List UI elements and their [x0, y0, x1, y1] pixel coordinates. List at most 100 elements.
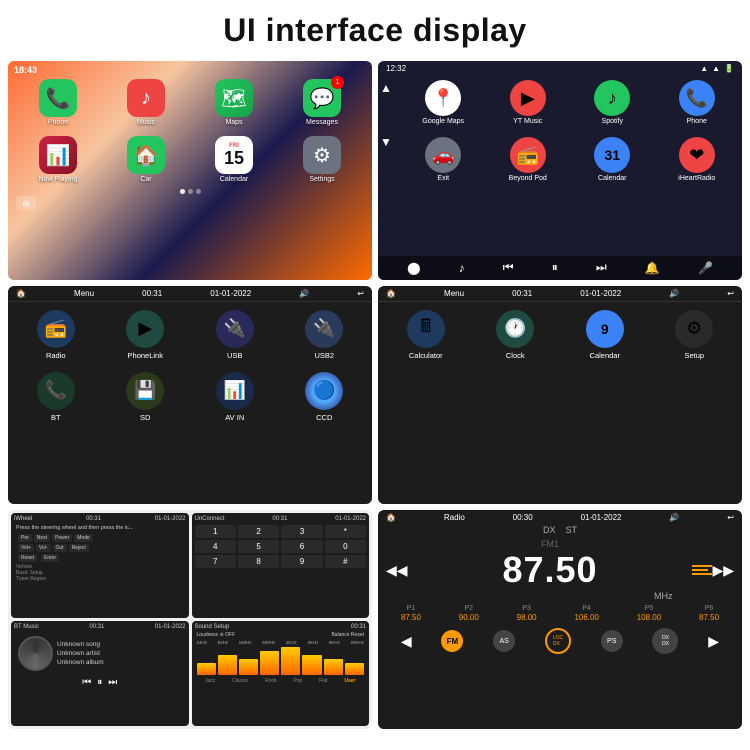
android-spotify-icon[interactable]: ♪: [459, 261, 465, 275]
preset-jazz[interactable]: Jazz: [205, 678, 215, 684]
android-app-calendar[interactable]: 31 Calendar: [573, 137, 652, 182]
numpad-6[interactable]: 6: [281, 540, 322, 553]
carplay-app-music[interactable]: ♪ Music: [104, 79, 188, 126]
bell-icon[interactable]: 🔔: [645, 261, 660, 275]
android-app-iheartradio[interactable]: ❤ iHeartRadio: [658, 137, 737, 182]
fm-button[interactable]: FM: [441, 630, 463, 652]
menu2-app-calculator[interactable]: 🖩 Calculator: [384, 310, 468, 360]
carplay-app-messages[interactable]: 💬 1 Messages: [280, 79, 364, 126]
radio-preset-p1[interactable]: P1 87.50: [401, 605, 421, 622]
numpad-5[interactable]: 5: [238, 540, 279, 553]
android-app-googlemaps[interactable]: 📍 Google Maps: [404, 80, 483, 125]
android-app-beyondpod[interactable]: 📻 Beyond Pod: [489, 137, 568, 182]
carplay-app-calendar[interactable]: FRI 15 Calendar: [192, 136, 276, 183]
as-button[interactable]: AS: [493, 630, 515, 652]
menu1-app-radio[interactable]: 📻 Radio: [14, 310, 98, 360]
radio-right-arrow-icon[interactable]: ▶: [708, 633, 719, 650]
pause-icon[interactable]: ⏸: [552, 260, 558, 275]
next-icon[interactable]: ⏭: [596, 260, 607, 275]
numpad-8[interactable]: 8: [238, 555, 279, 568]
mic-icon[interactable]: 🎤: [698, 261, 713, 275]
menu2-app-setup[interactable]: ⚙ Setup: [653, 310, 737, 360]
android-app-ytmusic[interactable]: ▶ YT Music: [489, 80, 568, 125]
eq-bar[interactable]: [302, 655, 321, 675]
numpad-2[interactable]: 2: [238, 525, 279, 538]
loc-dx-button[interactable]: LOCDX: [545, 628, 571, 654]
menu1-app-usb2[interactable]: 🔌 USB2: [283, 310, 367, 360]
android-phone-label: Phone: [687, 118, 707, 125]
scroll-up-icon[interactable]: ▲: [380, 81, 392, 95]
bt-pause-icon[interactable]: ⏸: [97, 677, 102, 688]
dx-button[interactable]: DXDX: [652, 628, 678, 654]
numpad-4[interactable]: 4: [195, 540, 236, 553]
carplay-app-phone[interactable]: 📞 Phone: [16, 79, 100, 126]
radio-preset-p5[interactable]: P5 108.00: [637, 605, 661, 622]
carplay-app-nowplaying[interactable]: 📊 Now Playing: [16, 136, 100, 183]
numpad-star[interactable]: *: [325, 525, 366, 538]
numpad-3[interactable]: 3: [281, 525, 322, 538]
iwheel-power-btn[interactable]: Power: [52, 534, 72, 542]
eq-bar[interactable]: [345, 663, 364, 675]
eq-bar[interactable]: [197, 663, 216, 675]
menu2-app-calendar[interactable]: 9 Calendar: [563, 310, 647, 360]
prev-icon[interactable]: ⏮: [503, 260, 514, 275]
numpad-9[interactable]: 9: [281, 555, 322, 568]
preset-rock[interactable]: Rock: [265, 678, 276, 684]
menu1-app-ccd[interactable]: 🔵 CCD: [283, 372, 367, 422]
numpad-0[interactable]: 0: [325, 540, 366, 553]
radio-preset-p3[interactable]: P3 98.00: [517, 605, 537, 622]
scroll-down-icon[interactable]: ▼: [380, 135, 392, 149]
preset-user[interactable]: User: [344, 678, 355, 684]
menu1-app-sd[interactable]: 💾 SD: [104, 372, 188, 422]
ps-button[interactable]: PS: [601, 630, 623, 652]
eq-bar[interactable]: [324, 659, 343, 675]
iwheel-enter-btn[interactable]: Enter: [41, 554, 59, 562]
numpad-1[interactable]: 1: [195, 525, 236, 538]
menu2-back-icon[interactable]: ↩: [727, 289, 734, 298]
iwheel-pre-btn[interactable]: Pre: [18, 534, 32, 542]
bt-prev-icon[interactable]: ⏮: [82, 677, 91, 688]
iwheel-out-btn[interactable]: Out: [53, 544, 67, 552]
preset-classic[interactable]: Classic: [232, 678, 248, 684]
grid-icon[interactable]: ⊞: [16, 196, 36, 210]
menu1-back-icon[interactable]: ↩: [357, 289, 364, 298]
carplay-app-maps[interactable]: 🗺 Maps: [192, 79, 276, 126]
eq-bar[interactable]: [239, 659, 258, 675]
radio-preset-p2[interactable]: P2 90.00: [459, 605, 479, 622]
bt-next-icon[interactable]: ⏭: [108, 677, 117, 688]
radio-left-arrow-icon[interactable]: ◀: [401, 633, 412, 650]
eq-bar[interactable]: [281, 647, 300, 675]
iwheel-reset-btn[interactable]: Reset: [18, 554, 37, 562]
android-app-spotify[interactable]: ♪ Spotify: [573, 80, 652, 125]
record-icon[interactable]: ⬤: [407, 261, 420, 275]
radio-prev-prev-icon[interactable]: ◀◀: [386, 562, 408, 579]
menu1-app-phonelink[interactable]: ▶ PhoneLink: [104, 310, 188, 360]
iwheel-voldown-btn[interactable]: Vol-: [36, 544, 51, 552]
iwheel-next-btn[interactable]: Next: [34, 534, 50, 542]
android-app-exit[interactable]: 🚗 Exit: [404, 137, 483, 182]
preset-flat[interactable]: Flat: [319, 678, 327, 684]
menu2-app-clock[interactable]: 🕐 Clock: [474, 310, 558, 360]
carplay-app-settings[interactable]: ⚙ Settings: [280, 136, 364, 183]
menu1-app-usb[interactable]: 🔌 USB: [193, 310, 277, 360]
carplay-app-car[interactable]: 🏠 Car: [104, 136, 188, 183]
preset-pop[interactable]: Pop: [293, 678, 302, 684]
bt-icon: 📞: [37, 372, 75, 410]
menu1-app-bt[interactable]: 📞 BT: [14, 372, 98, 422]
freq-500hz: 500Hz: [262, 640, 275, 645]
iwheel-reject-btn[interactable]: Reject: [69, 544, 89, 552]
eq-bar[interactable]: [218, 655, 237, 675]
menu1-app-avin[interactable]: 📊 AV IN: [193, 372, 277, 422]
android-app-phone[interactable]: 📞 Phone: [658, 80, 737, 125]
numpad-hash[interactable]: #: [325, 555, 366, 568]
eq-bar[interactable]: [260, 651, 279, 675]
radio-preset-p6[interactable]: P6 87.50: [699, 605, 719, 622]
ui-grid: 18:43 📞 Phone ♪ Music 🗺 Maps 💬 1: [0, 57, 750, 737]
numpad-7[interactable]: 7: [195, 555, 236, 568]
iwheel-volup-btn[interactable]: Vol+: [18, 544, 34, 552]
radio-preset-p4[interactable]: P4 106.00: [574, 605, 598, 622]
radio-back-icon[interactable]: ↩: [727, 513, 734, 522]
radio-next-next-icon[interactable]: ▶▶: [712, 562, 734, 579]
sd-label: SD: [140, 413, 150, 422]
iwheel-mode-btn[interactable]: Mode: [74, 534, 93, 542]
